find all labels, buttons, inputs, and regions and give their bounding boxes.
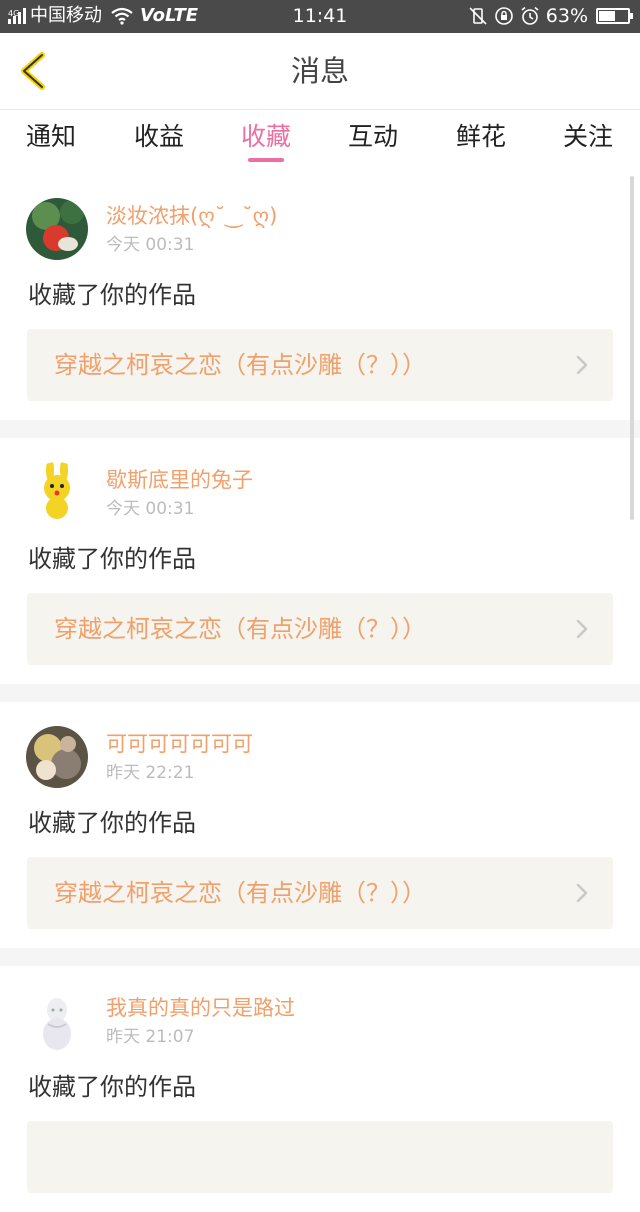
avatar[interactable] <box>26 198 88 260</box>
avatar[interactable] <box>26 726 88 788</box>
page-title: 消息 <box>290 54 349 88</box>
avatar[interactable] <box>26 990 88 1052</box>
message-time: 今天 00:31 <box>106 499 195 519</box>
tab-interactions[interactable]: 互动 <box>348 120 398 154</box>
username[interactable]: 我真的真的只是路过 <box>106 994 295 1022</box>
active-tab-indicator <box>248 158 284 162</box>
battery-percent: 63% <box>545 5 588 27</box>
rotation-lock-icon <box>494 7 513 25</box>
chevron-right-icon <box>576 355 588 375</box>
header: 消息 <box>0 33 640 110</box>
work-link[interactable]: 穿越之柯哀之恋（有点沙雕（？）） <box>27 857 613 929</box>
tab-flowers[interactable]: 鲜花 <box>456 120 506 154</box>
work-title: 穿越之柯哀之恋（有点沙雕（？）） <box>54 615 426 643</box>
work-title: 穿越之柯哀之恋（有点沙雕（？）） <box>54 351 426 379</box>
divider <box>0 684 640 702</box>
tab-notifications[interactable]: 通知 <box>26 120 76 154</box>
message-item: 可可可可可可可 昨天 22:21 收藏了你的作品 穿越之柯哀之恋（有点沙雕（？）… <box>0 702 640 948</box>
action-text: 收藏了你的作品 <box>28 281 196 309</box>
message-time: 昨天 21:07 <box>106 1027 195 1047</box>
divider <box>0 948 640 966</box>
chevron-right-icon <box>576 619 588 639</box>
tab-favorites[interactable]: 收藏 <box>241 120 291 154</box>
message-item: 歇斯底里的兔子 今天 00:31 收藏了你的作品 穿越之柯哀之恋（有点沙雕（？）… <box>0 438 640 684</box>
tab-following[interactable]: 关注 <box>563 120 613 154</box>
username[interactable]: 淡妆浓抹(ღ˘‿˘ღ) <box>106 202 277 230</box>
message-item: 我真的真的只是路过 昨天 21:07 收藏了你的作品 <box>0 966 640 1212</box>
status-right: 63% <box>468 4 633 28</box>
avatar[interactable] <box>26 462 88 524</box>
alarm-icon <box>521 6 539 25</box>
divider <box>0 420 640 438</box>
vibrate-off-icon <box>469 7 487 25</box>
action-text: 收藏了你的作品 <box>28 1073 196 1101</box>
username[interactable]: 可可可可可可可 <box>106 730 253 758</box>
status-bar: 4G 中国移动 VoLTE 11:41 63% <box>0 0 640 33</box>
action-text: 收藏了你的作品 <box>28 809 196 837</box>
message-item: 淡妆浓抹(ღ˘‿˘ღ) 今天 00:31 收藏了你的作品 穿越之柯哀之恋（有点沙… <box>0 174 640 420</box>
chevron-right-icon <box>576 883 588 903</box>
scrollbar[interactable] <box>630 176 634 520</box>
work-link[interactable] <box>27 1121 613 1193</box>
username[interactable]: 歇斯底里的兔子 <box>106 466 253 494</box>
message-time: 今天 00:31 <box>106 235 195 255</box>
battery-icon <box>596 8 633 24</box>
work-title: 穿越之柯哀之恋（有点沙雕（？）） <box>54 879 426 907</box>
message-time: 昨天 22:21 <box>106 763 195 783</box>
tab-earnings[interactable]: 收益 <box>134 120 184 154</box>
work-link[interactable]: 穿越之柯哀之恋（有点沙雕（？）） <box>27 329 613 401</box>
work-link[interactable]: 穿越之柯哀之恋（有点沙雕（？）） <box>27 593 613 665</box>
action-text: 收藏了你的作品 <box>28 545 196 573</box>
tab-bar: 通知 收益 收藏 互动 鲜花 关注 <box>0 110 640 170</box>
